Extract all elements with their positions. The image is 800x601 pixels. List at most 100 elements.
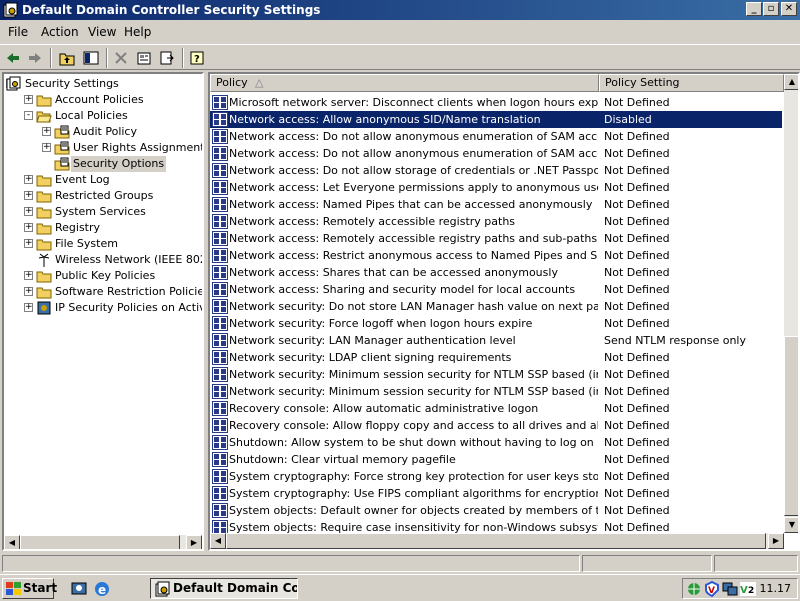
expand-icon[interactable]: +: [24, 207, 33, 216]
list-horizontal-scrollbar[interactable]: ◀ ▶: [210, 533, 784, 549]
expand-icon[interactable]: +: [24, 271, 33, 280]
menu-help[interactable]: Help: [124, 25, 151, 39]
list-row[interactable]: Network access: Shares that can be acces…: [210, 264, 782, 281]
list-row[interactable]: Network access: Allow anonymous SID/Name…: [210, 111, 782, 128]
list-row[interactable]: Network security: LDAP client signing re…: [210, 349, 782, 366]
expand-icon[interactable]: +: [24, 223, 33, 232]
list-row[interactable]: Network access: Let Everyone permissions…: [210, 179, 782, 196]
tree-item-label: Account Policies: [55, 93, 144, 106]
policy-icon: [212, 248, 228, 263]
column-header-setting[interactable]: Policy Setting: [599, 74, 784, 92]
antivirus-shield-icon[interactable]: V: [704, 581, 720, 597]
list-row[interactable]: Network access: Do not allow storage of …: [210, 162, 782, 179]
list-row[interactable]: Network access: Remotely accessible regi…: [210, 213, 782, 230]
expand-icon[interactable]: +: [24, 287, 33, 296]
scroll-right-button[interactable]: ▶: [186, 535, 202, 549]
show-hide-tree-icon[interactable]: [80, 47, 102, 69]
list-row[interactable]: Network security: Minimum session securi…: [210, 383, 782, 400]
list-vertical-scrollbar[interactable]: ▲ ▼: [784, 74, 798, 533]
back-icon[interactable]: [2, 47, 24, 69]
internet-explorer-icon[interactable]: e: [93, 580, 111, 598]
tree-item[interactable]: Security Options: [4, 156, 202, 172]
properties-icon[interactable]: [133, 47, 155, 69]
tree-item[interactable]: + System Services: [4, 204, 202, 220]
policy-name: Network access: Remotely accessible regi…: [229, 232, 598, 245]
expand-icon[interactable]: +: [24, 303, 33, 312]
list-row[interactable]: Network access: Do not allow anonymous e…: [210, 128, 782, 145]
tree-item[interactable]: + Registry: [4, 220, 202, 236]
column-header-policy[interactable]: Policy △: [210, 74, 599, 92]
list-row[interactable]: Microsoft network server: Disconnect cli…: [210, 94, 782, 111]
tree-item[interactable]: + Audit Policy: [4, 124, 202, 140]
list-row[interactable]: System objects: Default owner for object…: [210, 502, 782, 519]
list-row[interactable]: Shutdown: Allow system to be shut down w…: [210, 434, 782, 451]
taskbar-button-mmc[interactable]: Default Domain Contr...: [150, 578, 298, 599]
expand-icon[interactable]: +: [24, 175, 33, 184]
list-row[interactable]: Shutdown: Clear virtual memory pagefile N…: [210, 451, 782, 468]
close-button[interactable]: ✕: [781, 2, 797, 16]
svg-text:V: V: [740, 585, 748, 596]
list-row[interactable]: Network security: Do not store LAN Manag…: [210, 298, 782, 315]
maximize-button[interactable]: ▫: [763, 2, 779, 16]
tree-item[interactable]: + IP Security Policies on Active Direc: [4, 300, 202, 316]
help-icon[interactable]: ?: [186, 47, 208, 69]
mmc-window: Default Domain Controller Security Setti…: [0, 0, 800, 574]
tree-horizontal-scrollbar[interactable]: ◀ ▶: [4, 535, 202, 549]
scroll-left-button[interactable]: ◀: [210, 533, 226, 549]
scroll-thumb[interactable]: [226, 533, 766, 549]
scroll-thumb[interactable]: [784, 336, 798, 516]
tree-item[interactable]: + Software Restriction Policies: [4, 284, 202, 300]
policy-setting: Not Defined: [604, 453, 670, 466]
tree-item[interactable]: + Account Policies: [4, 92, 202, 108]
delete-icon[interactable]: [110, 47, 132, 69]
list-row[interactable]: Network access: Named Pipes that can be …: [210, 196, 782, 213]
expand-icon[interactable]: +: [42, 143, 51, 152]
scroll-left-button[interactable]: ◀: [4, 535, 20, 549]
list-row[interactable]: Network access: Restrict anonymous acces…: [210, 247, 782, 264]
tree-item[interactable]: + Restricted Groups: [4, 188, 202, 204]
export-list-icon[interactable]: [156, 47, 178, 69]
expand-icon[interactable]: +: [24, 239, 33, 248]
show-desktop-icon[interactable]: [70, 580, 88, 598]
network-globe-icon[interactable]: [686, 581, 702, 597]
tree-item[interactable]: + Event Log: [4, 172, 202, 188]
list-row[interactable]: System cryptography: Use FIPS compliant …: [210, 485, 782, 502]
scroll-up-button[interactable]: ▲: [784, 74, 798, 90]
svg-text:2: 2: [748, 586, 754, 596]
title-bar[interactable]: Default Domain Controller Security Setti…: [0, 0, 800, 20]
tree-item[interactable]: + File System: [4, 236, 202, 252]
list-row[interactable]: Recovery console: Allow automatic admini…: [210, 400, 782, 417]
list-row[interactable]: Network security: LAN Manager authentica…: [210, 332, 782, 349]
scroll-right-button[interactable]: ▶: [768, 533, 784, 549]
menu-file[interactable]: File: [8, 25, 28, 39]
collapse-icon[interactable]: -: [24, 111, 33, 120]
vmware-tools-icon[interactable]: V2: [740, 581, 756, 597]
list-row[interactable]: Network security: Minimum session securi…: [210, 366, 782, 383]
list-row[interactable]: Network security: Force logoff when logo…: [210, 315, 782, 332]
up-folder-icon[interactable]: [56, 47, 78, 69]
tree-item[interactable]: + Public Key Policies: [4, 268, 202, 284]
expand-icon[interactable]: +: [42, 127, 51, 136]
list-row[interactable]: Network access: Remotely accessible regi…: [210, 230, 782, 247]
list-row[interactable]: Recovery console: Allow floppy copy and …: [210, 417, 782, 434]
forward-icon[interactable]: [24, 47, 46, 69]
tree-item[interactable]: -Security Settings: [4, 76, 202, 92]
tree-item[interactable]: + User Rights Assignment: [4, 140, 202, 156]
start-button[interactable]: Start: [2, 578, 57, 599]
list-row[interactable]: Network access: Do not allow anonymous e…: [210, 145, 782, 162]
tree-item[interactable]: - Local Policies: [4, 108, 202, 124]
expand-icon[interactable]: +: [24, 191, 33, 200]
menu-action[interactable]: Action: [41, 25, 79, 39]
tree-item[interactable]: Wireless Network (IEEE 802.11) P: [4, 252, 202, 268]
minimize-button[interactable]: _: [746, 2, 762, 16]
policy-setting: Not Defined: [604, 368, 670, 381]
menu-view[interactable]: View: [88, 25, 116, 39]
clock[interactable]: 11.17: [760, 582, 792, 595]
scroll-down-button[interactable]: ▼: [784, 517, 798, 533]
expand-icon[interactable]: +: [24, 95, 33, 104]
network-connection-icon[interactable]: [722, 581, 738, 597]
policy-folder-icon: [54, 141, 70, 155]
scroll-thumb[interactable]: [20, 535, 180, 549]
list-row[interactable]: Network access: Sharing and security mod…: [210, 281, 782, 298]
list-row[interactable]: System cryptography: Force strong key pr…: [210, 468, 782, 485]
